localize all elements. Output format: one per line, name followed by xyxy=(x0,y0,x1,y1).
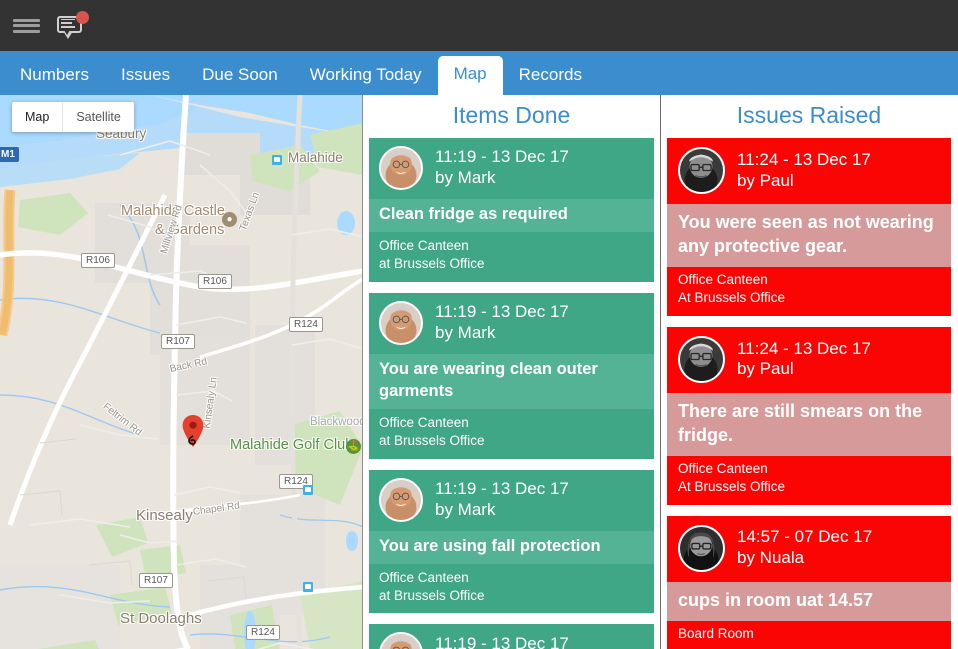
issue-card[interactable]: 11:24 - 13 Dec 17 by Paul There are stil… xyxy=(667,326,951,505)
tab-numbers[interactable]: Numbers xyxy=(4,57,105,95)
card-meta: 11:19 - 13 Dec 17 by Mark xyxy=(435,634,569,649)
issues-raised-title: Issues Raised xyxy=(736,102,882,128)
card-meta: 14:57 - 07 Dec 17 by Nuala xyxy=(737,527,872,568)
card-footer: Office Canteen At Brussels Office xyxy=(667,267,951,316)
card-timestamp: 11:19 - 13 Dec 17 xyxy=(435,302,569,322)
card-timestamp: 11:19 - 13 Dec 17 xyxy=(435,633,569,649)
card-footer: Office Canteen at Brussels Office xyxy=(369,564,654,614)
avatar-paul xyxy=(678,147,725,194)
card-location: Office Canteen xyxy=(678,271,768,287)
items-done-column[interactable]: Items Done 11:19 - 13 Dec 17 by Mark Cle… xyxy=(363,95,660,649)
card-site: at Brussels Office xyxy=(379,587,485,603)
card-body-text: You are using fall protection xyxy=(369,530,654,564)
card-author: by Mark xyxy=(435,168,496,187)
tab-due-soon[interactable]: Due Soon xyxy=(186,57,294,95)
hamburger-menu-icon[interactable] xyxy=(13,16,40,36)
avatar-mark xyxy=(379,146,423,190)
card-location: Office Canteen xyxy=(678,460,768,476)
tab-records[interactable]: Records xyxy=(503,57,598,95)
items-done-title: Items Done xyxy=(452,102,571,128)
card-author: by Paul xyxy=(737,170,794,190)
card-header: 14:57 - 07 Dec 17 by Nuala xyxy=(667,516,951,582)
card-meta: 11:19 - 13 Dec 17 by Mark xyxy=(435,302,569,343)
items-done-card[interactable]: 11:19 - 13 Dec 17 by Mark Clean fridge a… xyxy=(369,138,654,282)
issues-raised-column[interactable]: Issues Raised 11:24 - 13 Dec 17 by Paul … xyxy=(660,95,957,649)
castle-poi-icon: ● xyxy=(222,212,237,227)
issue-card[interactable]: 14:57 - 07 Dec 17 by Nuala cups in room … xyxy=(667,515,951,649)
card-location: Office Canteen xyxy=(379,237,469,253)
golf-poi-icon: ⛳ xyxy=(346,439,361,454)
card-timestamp: 11:24 - 13 Dec 17 xyxy=(737,149,871,169)
card-header: 11:19 - 13 Dec 17 by Mark xyxy=(369,138,654,199)
avatar-mark xyxy=(379,477,423,522)
map-canvas xyxy=(0,95,362,649)
card-header: 11:19 - 13 Dec 17 by Mark xyxy=(369,624,654,649)
card-meta: 11:19 - 13 Dec 17 by Mark xyxy=(435,147,569,188)
card-meta: 11:24 - 13 Dec 17 by Paul xyxy=(737,150,871,191)
main-content: Map Satellite M1 Seabury Malahide Malahi… xyxy=(0,95,958,649)
map-type-map[interactable]: Map xyxy=(12,102,62,132)
map-pane[interactable]: Map Satellite M1 Seabury Malahide Malahi… xyxy=(0,95,363,649)
card-body-text: There are still smears on the fridge. xyxy=(667,392,951,456)
transit-poi-icon-2 xyxy=(303,485,313,495)
items-done-card[interactable]: 11:19 - 13 Dec 17 by Mark You are using … xyxy=(369,469,654,614)
card-timestamp: 11:24 - 13 Dec 17 xyxy=(737,338,871,358)
card-header: 11:24 - 13 Dec 17 by Paul xyxy=(667,327,951,393)
map-type-satellite[interactable]: Satellite xyxy=(62,102,133,132)
card-meta: 11:19 - 13 Dec 17 by Mark xyxy=(435,479,569,520)
card-author: by Mark xyxy=(435,322,496,342)
avatar-paul xyxy=(678,335,725,383)
avatar-nuala xyxy=(678,524,725,572)
route-shield-m1: M1 xyxy=(0,147,19,162)
card-location: Board Room xyxy=(678,625,754,641)
card-location: Office Canteen xyxy=(379,569,469,585)
map-type-control[interactable]: Map Satellite xyxy=(12,102,134,132)
tab-issues[interactable]: Issues xyxy=(105,57,186,95)
notification-badge xyxy=(76,10,89,24)
card-site: At Brussels Office xyxy=(678,289,786,305)
card-author: by Nuala xyxy=(737,548,805,568)
transit-poi-icon-1 xyxy=(272,155,282,165)
card-body-text: You are wearing clean outer garments xyxy=(369,353,654,409)
tab-working-today[interactable]: Working Today xyxy=(294,57,438,95)
card-footer: Office Canteen At Brussels Office xyxy=(667,456,951,505)
card-header: 11:24 - 13 Dec 17 by Paul xyxy=(667,138,951,204)
avatar-mark xyxy=(379,632,423,649)
top-bar xyxy=(0,0,958,51)
main-nav: Numbers Issues Due Soon Working Today Ma… xyxy=(0,51,958,95)
avatar-mark xyxy=(379,300,423,345)
card-site: at Brussels Office xyxy=(379,432,485,448)
card-footer: Office Canteen at Brussels Office xyxy=(369,409,654,459)
card-header: 11:19 - 13 Dec 17 by Mark xyxy=(369,293,654,354)
card-body-text: You were seen as not wearing any protect… xyxy=(667,204,951,267)
card-footer: Office Canteen at Brussels Office xyxy=(369,232,654,282)
card-author: by Mark xyxy=(435,499,496,519)
card-header: 11:19 - 13 Dec 17 by Mark xyxy=(369,470,654,531)
tab-map[interactable]: Map xyxy=(437,55,503,95)
card-timestamp: 14:57 - 07 Dec 17 xyxy=(737,527,873,547)
card-site: at Brussels Office xyxy=(379,255,485,271)
items-done-card[interactable]: 11:19 - 13 Dec 17 by Mark xyxy=(369,624,654,649)
card-timestamp: 11:19 - 13 Dec 17 xyxy=(435,147,569,167)
card-timestamp: 11:19 - 13 Dec 17 xyxy=(435,478,569,498)
card-site: At Brussels Office xyxy=(678,478,786,494)
items-done-card[interactable]: 11:19 - 13 Dec 17 by Mark You are wearin… xyxy=(369,292,654,459)
location-pin-icon[interactable] xyxy=(182,415,204,447)
transit-poi-icon-3 xyxy=(303,582,313,592)
card-meta: 11:24 - 13 Dec 17 by Paul xyxy=(737,339,871,380)
card-body-text: cups in room uat 14.57 xyxy=(667,581,951,621)
issue-card[interactable]: 11:24 - 13 Dec 17 by Paul You were seen … xyxy=(667,138,951,316)
message-bubble-icon[interactable] xyxy=(57,10,89,39)
card-body-text: Clean fridge as required xyxy=(369,199,654,232)
card-footer: Board Room xyxy=(667,621,951,649)
card-author: by Paul xyxy=(737,359,794,379)
card-location: Office Canteen xyxy=(379,414,469,430)
